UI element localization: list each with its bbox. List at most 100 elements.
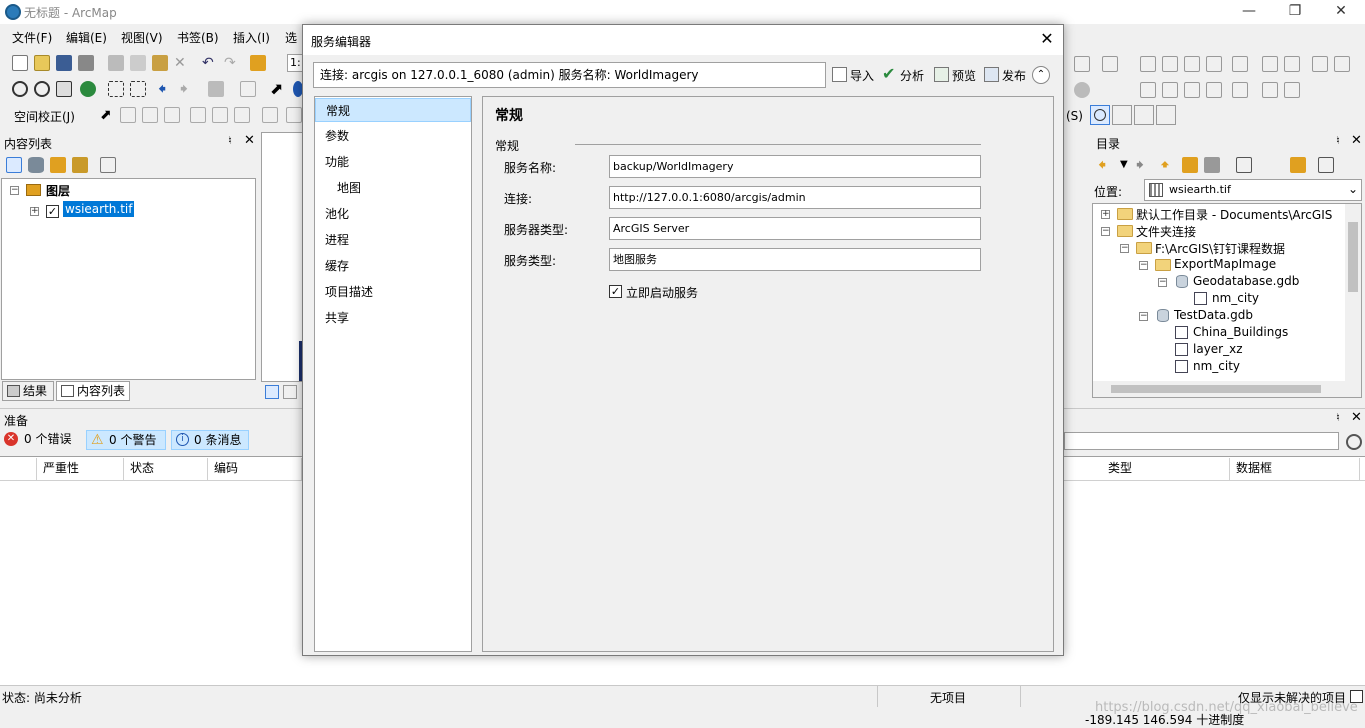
redo-icon[interactable]: ↷ — [224, 55, 240, 71]
attribute-transfer-icon[interactable] — [262, 107, 278, 123]
tool-icon[interactable] — [1262, 82, 1278, 98]
tool-icon[interactable] — [1284, 82, 1300, 98]
collapse-icon[interactable]: − — [1101, 227, 1110, 236]
home-icon[interactable] — [1182, 157, 1198, 173]
zoom-out-icon[interactable] — [34, 81, 50, 97]
nav-item-sharing[interactable]: 共享 — [315, 306, 471, 330]
location-combo[interactable]: wsiearth.tif ⌄ — [1144, 179, 1362, 201]
warnings-filter[interactable]: ⚠ 0 个警告 — [86, 430, 166, 450]
close-icon[interactable]: ✕ — [1351, 133, 1362, 148]
pan-icon[interactable] — [56, 81, 72, 97]
expand-icon[interactable]: + — [1101, 210, 1110, 219]
adjust-icon[interactable] — [286, 107, 302, 123]
tree-item-china-buildings[interactable]: China_Buildings — [1193, 325, 1288, 339]
nav-item-capabilities[interactable]: 功能 — [315, 150, 471, 174]
fixed-zoom-in-icon[interactable] — [108, 81, 124, 97]
fixed-zoom-out-icon[interactable] — [130, 81, 146, 97]
tree-item-nm-city-2[interactable]: nm_city — [1193, 359, 1240, 373]
tool-icon[interactable] — [1184, 82, 1200, 98]
tool-icon[interactable] — [1284, 56, 1300, 72]
edge-match-icon[interactable] — [234, 107, 250, 123]
tree-item-testdata[interactable]: TestData.gdb — [1174, 308, 1253, 322]
close-icon[interactable]: ✕ — [1351, 410, 1362, 425]
up-one-level-icon[interactable]: 🠹 — [1160, 157, 1176, 173]
tree-item-exportmapimage[interactable]: ExportMapImage — [1174, 257, 1276, 271]
tree-item-home[interactable]: 默认工作目录 - Documents\ArcGIS — [1136, 206, 1332, 223]
tool-icon[interactable] — [1232, 56, 1248, 72]
publish-button[interactable]: 发布 — [984, 67, 1026, 84]
preview-button[interactable]: 预览 — [934, 67, 976, 84]
import-button[interactable]: 导入 — [832, 67, 874, 84]
start-immediately-checkbox[interactable]: ✓ — [609, 285, 622, 298]
list-by-selection-icon[interactable] — [72, 157, 88, 173]
menu-view[interactable]: 视图(V) — [121, 29, 163, 46]
pin-icon[interactable]: ♮ — [1336, 411, 1340, 424]
layer-visibility-checkbox[interactable]: ✓ — [46, 205, 59, 218]
options-icon[interactable] — [100, 157, 116, 173]
forward-extent-icon[interactable]: 🠺 — [180, 81, 196, 97]
column-header-dataframe[interactable]: 数据框 — [1230, 458, 1360, 480]
tool-icon[interactable] — [1074, 82, 1090, 98]
service-name-input[interactable]: backup/WorldImagery — [609, 155, 981, 178]
tool-icon[interactable] — [1206, 82, 1222, 98]
tool-icon[interactable] — [1262, 56, 1278, 72]
clear-selection-icon[interactable] — [240, 81, 256, 97]
new-link-icon[interactable] — [120, 107, 136, 123]
chevron-down-icon[interactable]: ⌄ — [1348, 182, 1358, 196]
collapse-icon[interactable]: − — [1139, 261, 1148, 270]
back-icon[interactable]: 🠸 — [1098, 157, 1114, 173]
tool-icon[interactable] — [1312, 56, 1328, 72]
tool-icon[interactable] — [1162, 82, 1178, 98]
menu-select[interactable]: 选 — [285, 29, 297, 46]
save-icon[interactable] — [56, 55, 72, 71]
tool-icon[interactable] — [1162, 56, 1178, 72]
menu-insert[interactable]: 插入(I) — [233, 29, 270, 46]
select-elements-icon[interactable]: ⬈ — [270, 81, 286, 97]
close-button[interactable]: ✕ — [1318, 0, 1364, 24]
tool-icon[interactable] — [1102, 56, 1118, 72]
expand-icon[interactable]: + — [30, 207, 39, 216]
connection-input[interactable]: http://127.0.0.1:6080/arcgis/admin — [609, 186, 981, 209]
collapse-icon[interactable]: − — [1139, 312, 1148, 321]
collapse-icon[interactable]: − — [1120, 244, 1129, 253]
tool-icon[interactable] — [1206, 56, 1222, 72]
errors-filter[interactable]: ✕ 0 个错误 — [2, 430, 82, 450]
layer-name[interactable]: wsiearth.tif — [63, 201, 135, 217]
forward-icon[interactable]: 🠺 — [1136, 157, 1152, 173]
column-header-code[interactable]: 编码 — [208, 458, 302, 480]
map-view[interactable] — [261, 132, 303, 382]
analyze-button[interactable]: ✔ 分析 — [882, 66, 924, 84]
collapse-icon[interactable]: − — [1158, 278, 1167, 287]
toggle-tree-icon[interactable] — [1318, 157, 1334, 173]
prepare-search-input[interactable] — [1064, 432, 1339, 450]
messages-filter[interactable]: i 0 条消息 — [171, 430, 249, 450]
print-icon[interactable] — [78, 55, 94, 71]
cut-icon[interactable] — [108, 55, 124, 71]
server-type-input[interactable]: ArcGIS Server — [609, 217, 981, 240]
layout-view-icon[interactable] — [283, 385, 297, 399]
delete-icon[interactable]: ✕ — [174, 55, 190, 71]
tree-item-folder-connections[interactable]: 文件夹连接 — [1136, 223, 1196, 240]
tool-icon[interactable] — [1074, 56, 1090, 72]
list-by-visibility-icon[interactable] — [50, 157, 66, 173]
column-header-severity[interactable]: 严重性 — [37, 458, 124, 480]
column-header-type[interactable]: 类型 — [1102, 458, 1230, 480]
spatial-adjust-menu[interactable]: 空间校正(J) — [14, 108, 75, 125]
pin-icon[interactable]: ♮ — [228, 134, 232, 147]
tab-toc[interactable]: 内容列表 — [56, 381, 130, 401]
edit-tool-icon[interactable]: ⬈ — [100, 107, 116, 123]
disconnect-icon[interactable] — [1204, 157, 1220, 173]
nav-item-general[interactable]: 常规 — [315, 98, 471, 122]
tree-item-nm-city[interactable]: nm_city — [1212, 291, 1259, 305]
dialog-close-button[interactable]: ✕ — [1036, 29, 1058, 48]
tab-results[interactable]: 结果 — [2, 381, 54, 401]
circle-select-icon[interactable] — [1090, 105, 1110, 125]
close-icon[interactable]: ✕ — [244, 133, 255, 148]
scroll-thumb[interactable] — [1348, 222, 1358, 292]
tool-icon[interactable] — [1232, 82, 1248, 98]
undo-icon[interactable]: ↶ — [202, 55, 218, 71]
link-table-icon[interactable] — [190, 107, 206, 123]
data-view-icon[interactable] — [265, 385, 279, 399]
nav-item-map[interactable]: 地图 — [315, 176, 471, 200]
column-header-icon[interactable] — [0, 458, 37, 480]
